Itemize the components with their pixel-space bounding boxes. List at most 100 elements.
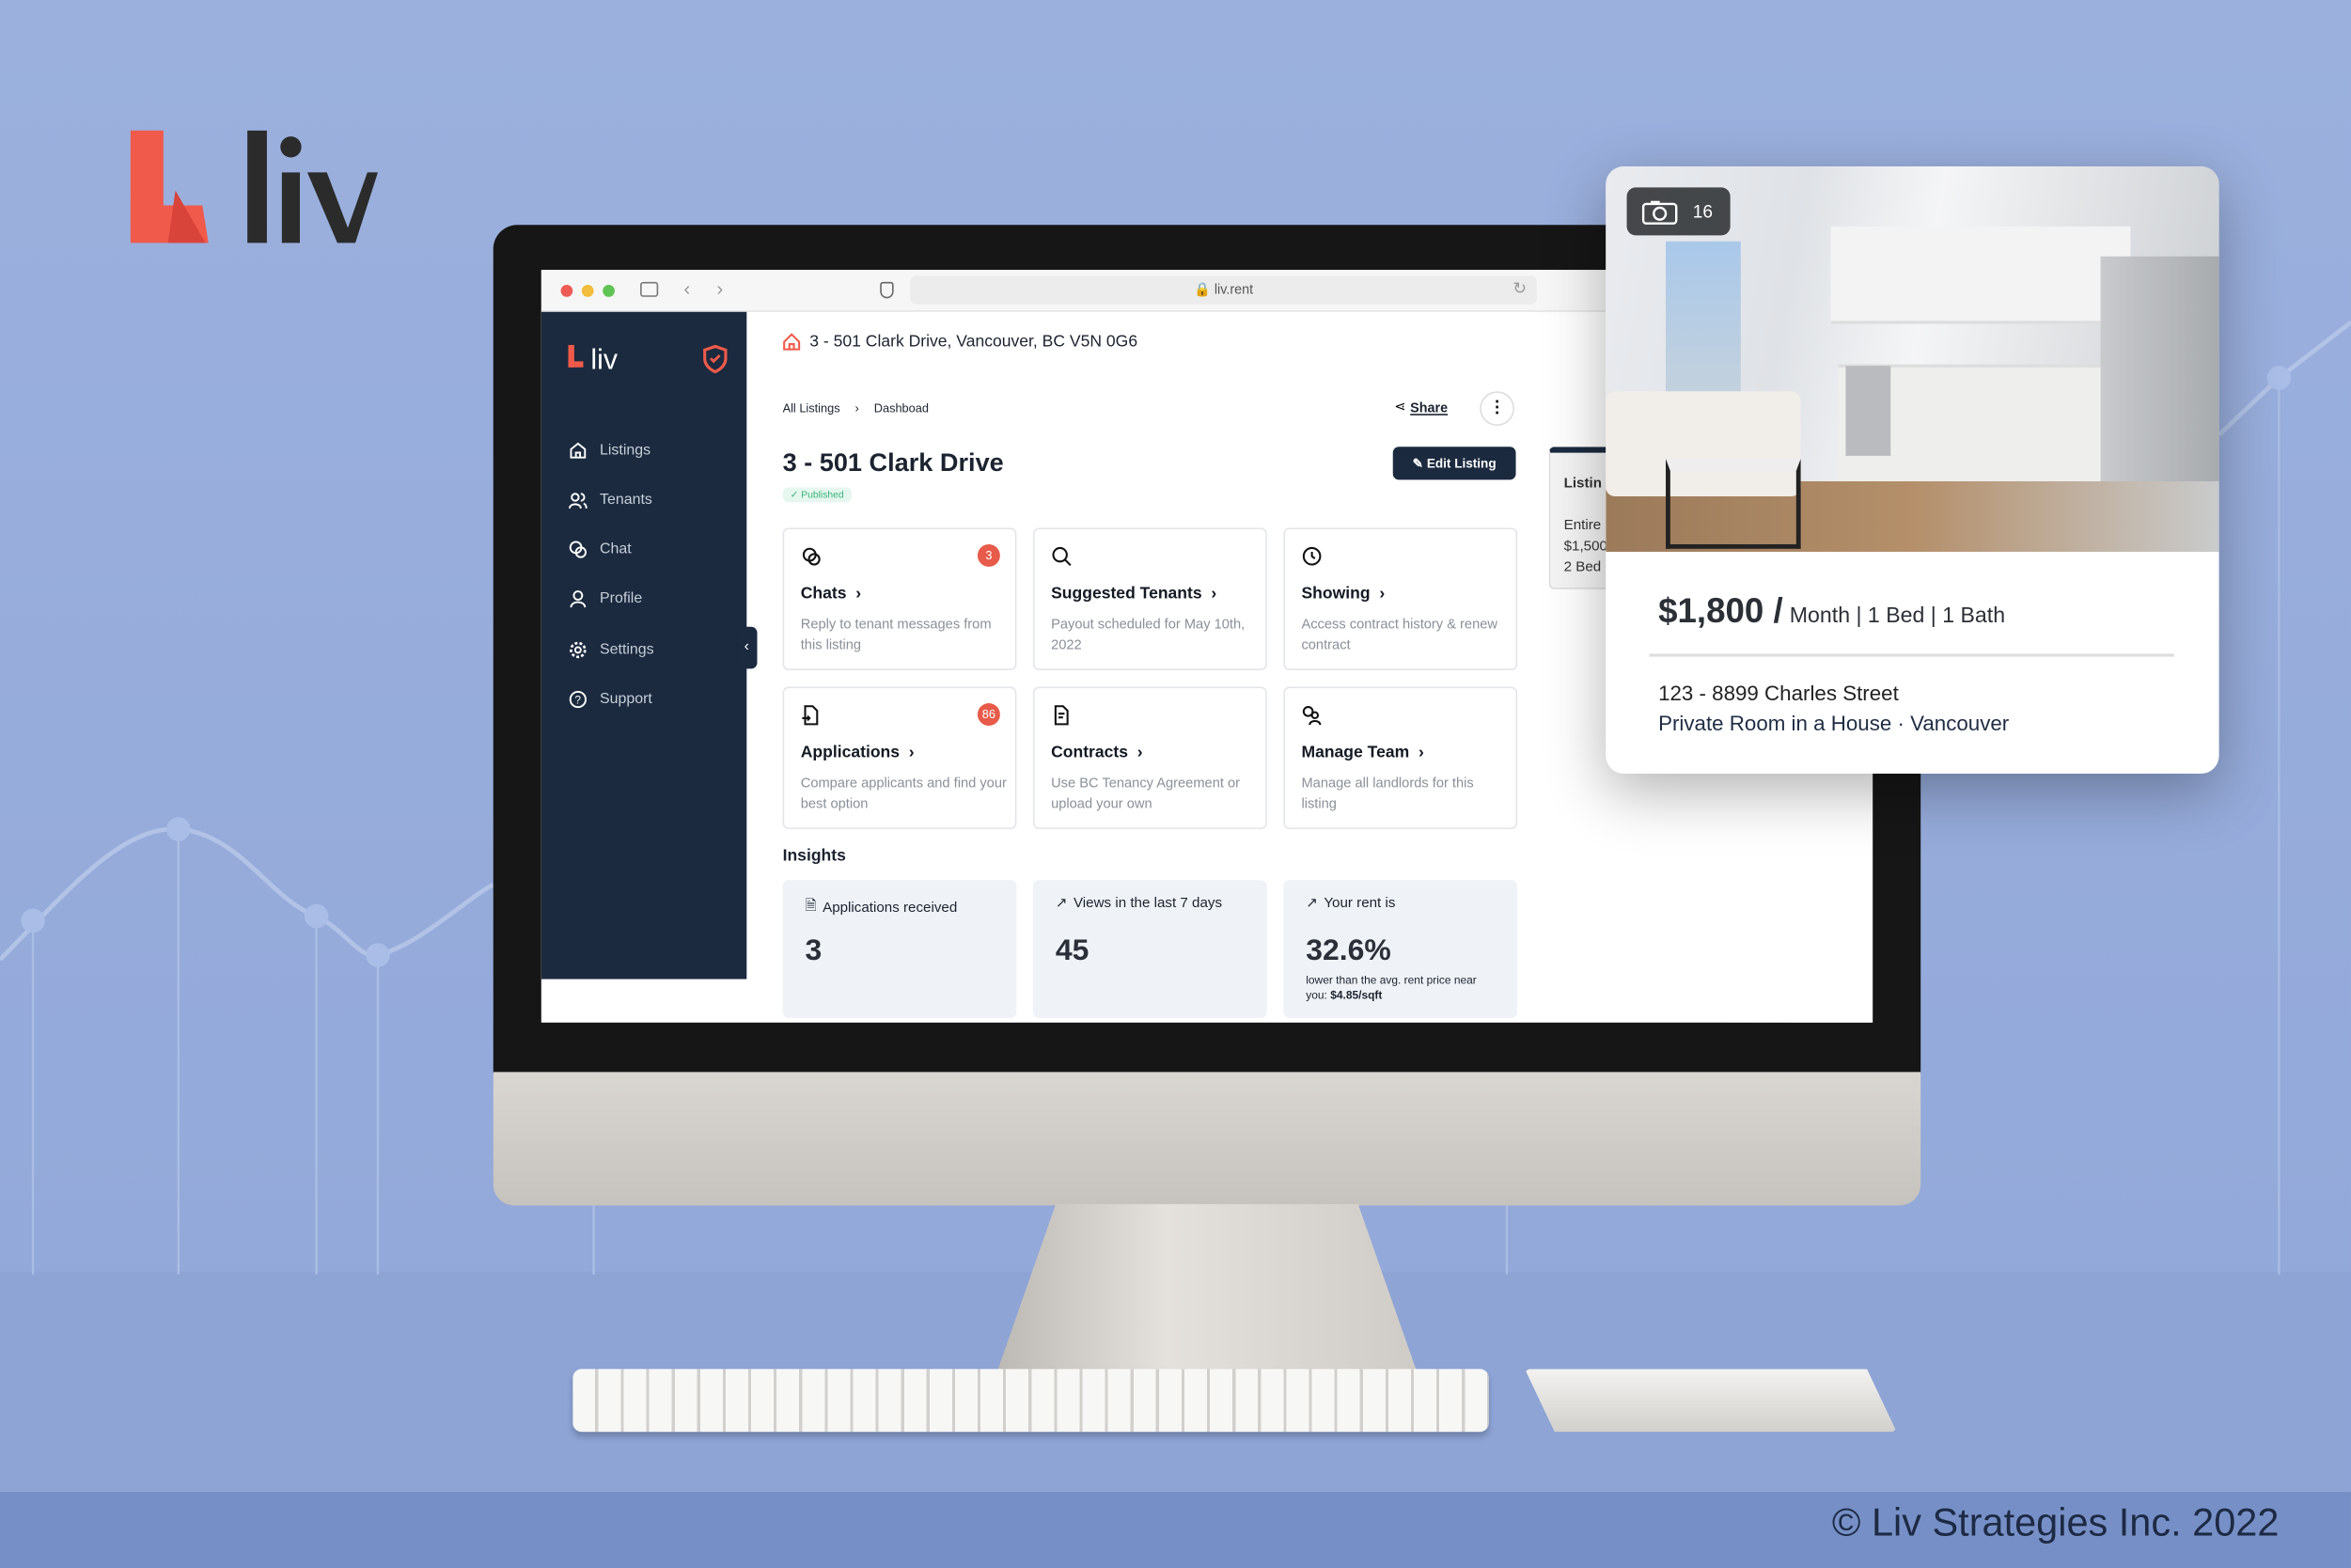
sidebar-item-label: Chat [600,540,632,557]
camera-icon [1641,199,1678,225]
share-button[interactable]: ⋖ Share [1394,399,1448,416]
trackpad [1525,1369,1897,1433]
gear-icon [570,640,587,658]
action-card-contracts[interactable]: Contracts › Use BC Tenancy Agreement or u… [1032,686,1267,830]
user-icon [570,589,587,607]
insight-value: 32.6% [1306,933,1391,967]
marketing-scene: ‹ › 🔒 liv.rent ↻ liv Listings Tenants Ch… [0,0,2351,1568]
sidebar-item-profile[interactable]: Profile [569,583,643,613]
breadcrumb: All Listings › Dashboad [783,401,929,415]
listing-price: $1,800 / [1658,590,1783,630]
house-icon [783,333,801,351]
breadcrumb-dashboard: Dashboad [873,401,929,416]
action-card-showing[interactable]: Showing › Access contract history & renew… [1283,527,1518,670]
listing-type: Private Room in a House · Vancouver [1658,711,2010,735]
pencil-icon: ✎ [1412,455,1424,471]
card-title: Manage Team › [1301,744,1423,761]
action-card-applications[interactable]: 86 Applications › Compare applicants and f… [782,686,1017,830]
trending-up-icon: ↗ [1055,895,1068,912]
sidebar-item-chat[interactable]: Chat [569,534,632,564]
shield-check-icon[interactable] [703,344,728,374]
card-line: $1,500 [1563,538,1607,556]
document-icon: 🗎 [805,898,817,915]
divider [1649,653,2174,657]
card-title: Showing › [1301,585,1385,603]
chat-icon [802,547,821,566]
card-description: Use BC Tenancy Agreement or upload your … [1051,775,1241,811]
card-title-text: Contracts [1051,744,1128,762]
edit-listing-button[interactable]: ✎ Edit Listing [1392,447,1516,480]
action-card-chats[interactable]: 3 Chats › Reply to tenant messages from th… [782,527,1017,670]
sidebar-item-settings[interactable]: Settings [569,635,654,665]
sidebar-item-label: Profile [600,589,643,607]
insight-label: 🗎 Applications received [806,895,958,919]
more-options-button[interactable]: ⋮ [1480,391,1514,426]
maximize-window-button[interactable] [603,285,615,297]
collapse-sidebar-button[interactable]: ‹ [736,626,758,669]
sidebar-logo[interactable]: liv [568,344,629,375]
action-card-manage-team[interactable]: Manage Team › Manage all landlords for th… [1283,686,1518,830]
chevron-right-icon: › [1414,744,1424,762]
close-window-button[interactable] [560,285,573,297]
chevron-right-icon: › [1206,585,1217,604]
insight-label: ↗ Views in the last 7 days [1056,895,1222,912]
card-title: Suggested Tenants › [1051,585,1216,603]
chevron-right-icon: › [851,585,862,604]
forward-icon[interactable]: › [716,277,723,300]
insight-label-text: Applications received [823,899,958,916]
action-card-suggested-tenants[interactable]: Suggested Tenants › Payout scheduled for … [1032,527,1267,670]
home-icon [570,441,587,458]
sidebar-item-support[interactable]: ? Support [569,683,652,713]
page-title: 3 - 501 Clark Drive [782,447,1004,478]
listing-address-header: 3 - 501 Clark Drive, Vancouver, BC V5N 0… [783,333,1137,351]
breadcrumb-all-listings[interactable]: All Listings [783,401,840,415]
sidebar-item-tenants[interactable]: Tenants [569,484,652,514]
card-title-text: Suggested Tenants [1051,585,1202,604]
svg-text:?: ? [574,693,581,706]
keyboard [572,1369,1489,1433]
shield-icon [880,281,894,299]
card-title: Chats › [801,585,861,603]
help-icon: ? [569,690,587,708]
chevron-right-icon: › [1132,744,1143,762]
minimize-window-button[interactable] [581,285,594,297]
back-icon[interactable]: ‹ [683,277,690,300]
insight-label-text: Your rent is [1324,895,1396,912]
status-text: Published [801,490,844,501]
chevron-right-icon: › [1374,585,1386,604]
sidebar-toggle-icon[interactable] [640,281,659,297]
listing-photo[interactable]: 16 [1606,166,2219,552]
listing-address: 123 - 8899 Charles Street [1658,681,1899,705]
sidebar-item-label: Support [600,690,652,708]
address-bar[interactable]: 🔒 liv.rent [910,275,1537,305]
card-description: Payout scheduled for May 10th, 2022 [1051,616,1246,652]
monitor-chin [493,1072,1921,1206]
team-gear-icon [1302,706,1322,726]
listing-preview-card[interactable]: 16 $1,800 / Month | 1 Bed | 1 Bath 123 -… [1606,166,2219,775]
card-description: Reply to tenant messages from this listi… [800,616,992,652]
sidebar: liv Listings Tenants Chat Profile Settin… [541,311,747,980]
card-title: Listin [1563,475,1603,493]
photo-count-badge[interactable]: 16 [1626,187,1731,236]
card-description: Manage all landlords for this listing [1301,775,1474,811]
file-import-icon [802,705,819,726]
liv-logo [130,130,378,243]
card-description: Compare applicants and find your best op… [800,775,1007,811]
insight-value: 45 [1055,933,1089,967]
card-title-text: Manage Team [1301,744,1410,762]
sidebar-item-label: Listings [600,441,651,459]
svg-text:liv: liv [590,345,618,375]
edit-listing-label: Edit Listing [1426,455,1497,471]
reload-icon[interactable]: ↻ [1512,279,1527,298]
insight-label: ↗ Your rent is [1306,895,1395,912]
copyright-text: © Liv Strategies Inc. 2022 [1831,1499,2280,1544]
search-icon [1052,546,1072,567]
sidebar-item-listings[interactable]: Listings [569,435,651,465]
insight-label-text: Views in the last 7 days [1073,895,1223,912]
monitor-stand [996,1203,1418,1372]
photo-count: 16 [1692,200,1714,223]
chevron-right-icon: › [854,401,859,416]
card-title-text: Chats [800,585,847,604]
insight-applications: 🗎 Applications received 3 [782,880,1017,1019]
listing-details: Month | 1 Bed | 1 Bath [1789,604,2006,629]
